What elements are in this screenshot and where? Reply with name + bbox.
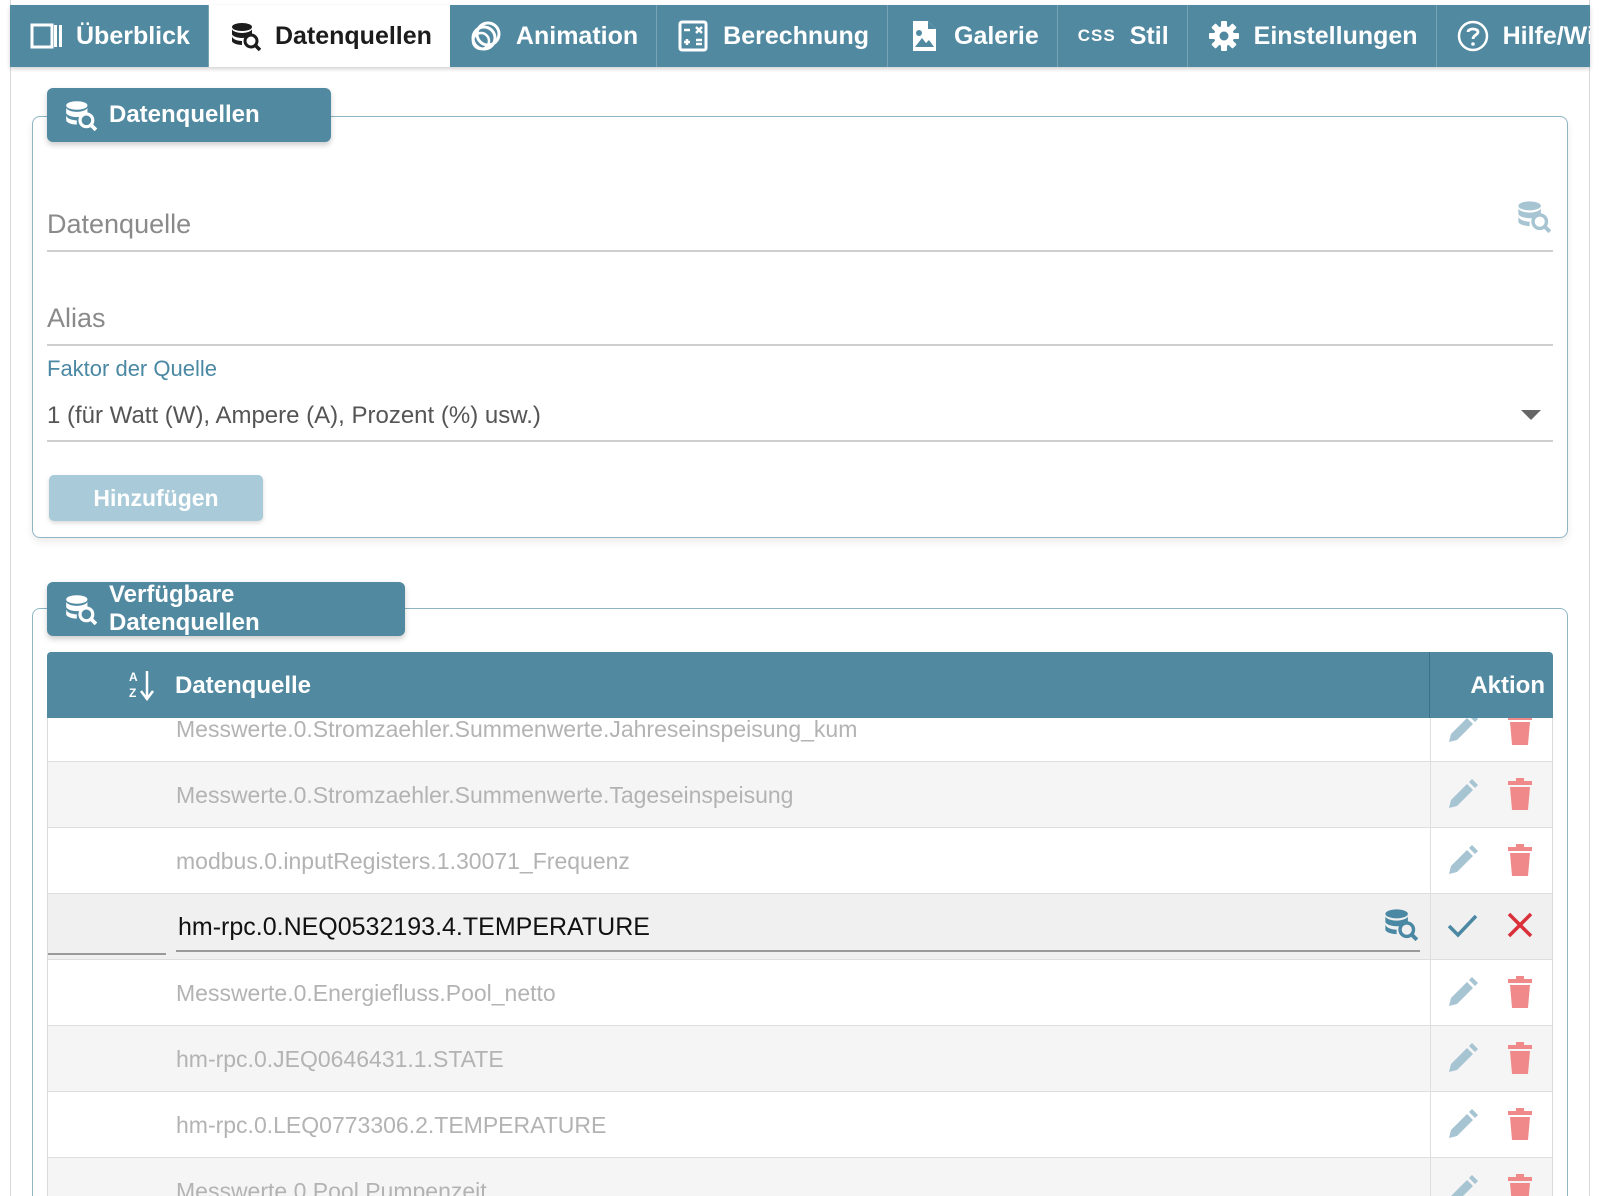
add-datasource-legend: Datenquellen (47, 88, 331, 142)
tab-calculation-label: Berechnung (723, 21, 869, 50)
overview-icon (30, 20, 62, 52)
table-row: Messwerte.0.Stromzaehler.Summenwerte.Tag… (48, 762, 1552, 828)
top-tab-bar: Überblick Datenquellen Animation Berechn… (10, 5, 1590, 67)
checkmark-icon[interactable] (1445, 908, 1479, 942)
tab-gallery[interactable]: Galerie (888, 5, 1058, 67)
css-icon: CSS (1077, 26, 1116, 45)
pencil-icon[interactable] (1445, 718, 1479, 746)
table-row: hm-rpc.0.LEQ0773306.2.TEMPERATURE (48, 1092, 1552, 1158)
factor-select[interactable]: 1 (für Watt (W), Ampere (A), Prozent (%)… (47, 392, 1553, 442)
row-actions (1430, 828, 1552, 893)
animation-icon (470, 20, 502, 52)
trash-icon[interactable] (1503, 1041, 1537, 1075)
pencil-icon[interactable] (1445, 1108, 1479, 1142)
header-divider (1429, 652, 1430, 718)
pencil-icon[interactable] (1445, 844, 1479, 878)
trash-icon[interactable] (1503, 777, 1537, 811)
tab-animation-label: Animation (515, 21, 639, 50)
edit-source-input[interactable] (176, 904, 1420, 952)
close-icon[interactable] (1503, 908, 1537, 942)
table-row: Messwerte.0.Energiefluss.Pool_netto (48, 960, 1552, 1026)
trash-icon[interactable] (1503, 1107, 1537, 1141)
svg-text:A: A (129, 670, 138, 684)
image-file-icon (908, 20, 940, 52)
tab-datasources-label: Datenquellen (274, 21, 432, 50)
datasource-picker-icon[interactable] (1515, 198, 1552, 234)
alias-input[interactable] (47, 296, 1447, 340)
row-actions (1430, 718, 1552, 761)
tab-settings[interactable]: Einstellungen (1188, 5, 1437, 67)
calculator-icon (677, 20, 709, 52)
pencil-icon[interactable] (1445, 1174, 1479, 1196)
database-search-icon[interactable] (1382, 906, 1419, 942)
table-row-editing (48, 894, 1552, 960)
datasource-input[interactable] (47, 202, 1447, 246)
table-body[interactable]: Messwerte.0.Stromzaehler.Summenwerte.Jah… (47, 718, 1553, 1196)
trash-icon[interactable] (1503, 843, 1537, 877)
help-icon (1457, 20, 1489, 52)
tab-help-label: Hilfe/Wi (1502, 21, 1590, 50)
tab-animation[interactable]: Animation (450, 5, 658, 67)
row-actions (1430, 894, 1552, 959)
trash-icon[interactable] (1503, 1173, 1537, 1196)
table-row: Messwerte.0.Stromzaehler.Summenwerte.Jah… (48, 718, 1552, 762)
database-search-icon (63, 592, 98, 626)
table-row: Messwerte.0.Pool.Pumpenzeit (48, 1158, 1552, 1196)
tab-overview[interactable]: Überblick (10, 5, 209, 67)
datasource-field (47, 192, 1553, 252)
table-header: AZ Datenquelle Aktion (47, 652, 1553, 718)
alias-field (47, 286, 1553, 346)
pencil-icon[interactable] (1445, 778, 1479, 812)
column-header-source[interactable]: Datenquelle (175, 672, 311, 700)
column-header-action: Aktion (1470, 672, 1545, 699)
available-datasources-legend-label: Verfügbare Datenquellen (109, 581, 260, 636)
row-source: hm-rpc.0.JEQ0646431.1.STATE (176, 1046, 504, 1072)
tab-settings-label: Einstellungen (1253, 21, 1418, 50)
factor-label: Faktor der Quelle (47, 356, 217, 381)
row-source: Messwerte.0.Stromzaehler.Summenwerte.Jah… (176, 718, 858, 742)
chevron-down-icon (1521, 410, 1541, 420)
row-actions (1430, 1026, 1552, 1091)
tab-gallery-label: Galerie (954, 21, 1039, 50)
add-button[interactable]: Hinzufügen (49, 475, 263, 521)
tab-datasources[interactable]: Datenquellen (208, 5, 450, 67)
row-actions (1430, 1092, 1552, 1157)
svg-text:Z: Z (129, 686, 136, 700)
sort-alpha-icon[interactable]: AZ (129, 669, 155, 702)
alias-edit-underline (48, 953, 166, 955)
tab-style-label: Stil (1129, 21, 1169, 50)
table-row: modbus.0.inputRegisters.1.30071_Frequenz (48, 828, 1552, 894)
row-actions (1430, 762, 1552, 827)
factor-select-value: 1 (für Watt (W), Ampere (A), Prozent (%)… (47, 402, 541, 429)
pencil-icon[interactable] (1445, 976, 1479, 1010)
trash-icon[interactable] (1503, 975, 1537, 1009)
tab-help[interactable]: Hilfe/Wi (1437, 5, 1590, 67)
tab-overview-label: Überblick (76, 21, 190, 50)
row-source: Messwerte.0.Pool.Pumpenzeit (176, 1178, 487, 1196)
row-actions (1430, 960, 1552, 1025)
row-source: modbus.0.inputRegisters.1.30071_Frequenz (176, 848, 630, 874)
row-source: Messwerte.0.Stromzaehler.Summenwerte.Tag… (176, 782, 794, 808)
available-datasources-legend: Verfügbare Datenquellen (47, 581, 405, 636)
row-source: hm-rpc.0.LEQ0773306.2.TEMPERATURE (176, 1112, 607, 1138)
pencil-icon[interactable] (1445, 1042, 1479, 1076)
database-search-icon (63, 98, 98, 132)
tab-style[interactable]: CSS Stil (1058, 5, 1188, 67)
tab-calculation[interactable]: Berechnung (657, 5, 888, 67)
trash-icon[interactable] (1503, 718, 1537, 746)
table-row: hm-rpc.0.JEQ0646431.1.STATE (48, 1026, 1552, 1092)
database-search-icon (229, 20, 261, 52)
datasource-table: AZ Datenquelle Aktion Messwerte.0.Stromz… (47, 652, 1553, 1196)
gear-icon (1208, 20, 1240, 52)
row-actions (1430, 1158, 1552, 1196)
add-datasource-legend-label: Datenquellen (109, 101, 260, 128)
row-source: Messwerte.0.Energiefluss.Pool_netto (176, 980, 556, 1006)
